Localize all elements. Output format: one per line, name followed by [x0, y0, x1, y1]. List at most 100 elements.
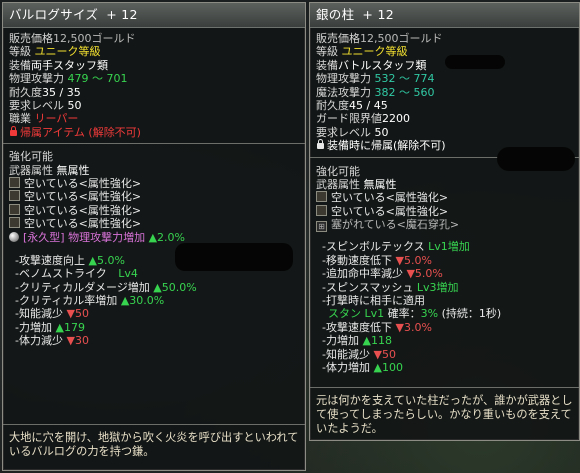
enhance-header: 強化可能 [9, 150, 53, 164]
req-level-label: 要求レベル [316, 125, 371, 139]
empty-slot-icon [9, 176, 20, 188]
flavor-divider [3, 424, 305, 425]
grade-label: 等級 [316, 45, 338, 59]
slot-label: 空いている<属性強化> [24, 203, 142, 217]
enhance-level: + 12 [106, 7, 138, 23]
bonus-label: -攻撃速度低下 [322, 320, 392, 334]
empty-slot-icon [9, 203, 20, 215]
grade-value: ユニーク等級 [341, 45, 408, 59]
flavor-divider [310, 387, 579, 388]
bonus-value: Lv4 [118, 267, 138, 281]
bonus-row: -スピンボルテックス Lv1増加 [322, 240, 573, 253]
bonus-label: -打撃時に相手に適用 [322, 294, 425, 308]
bonus-value: ▼50 [373, 347, 396, 361]
bonus-row: -スピンスマッシュ Lv3増加 [322, 281, 573, 294]
slot-label: 空いている<属性強化> [24, 217, 142, 231]
bonus-value: ▼3.0% [395, 320, 432, 334]
sealed-slot-icon: ⊞ [316, 221, 327, 233]
bonus-label: -知能減少 [15, 307, 63, 321]
durability-value: 45 / 45 [349, 98, 388, 112]
enhance-level: + 12 [362, 7, 394, 23]
req-level-value: 50 [67, 98, 82, 112]
mag-atk-label: 魔法攻撃力 [316, 85, 371, 99]
redaction-mark [175, 243, 293, 271]
price-label: 販売価格 [9, 32, 53, 45]
stun-rate-label: 確率： [387, 307, 421, 321]
lock-icon [317, 139, 324, 150]
weapon-attr-label: 武器属性 [9, 163, 53, 177]
bonus-row: -知能減少 ▼50 [15, 307, 299, 320]
item-tooltip-silver-pillar: 銀の柱 + 12 販売価格12,500ゴールド 等級 ユニーク等級 装備バトルス… [309, 2, 580, 441]
slot-label: 空いている<属性強化> [331, 191, 449, 205]
empty-slot-icon [316, 204, 327, 216]
bonus-row: -体力減少 ▼30 [15, 334, 299, 347]
item-name: バルログサイズ [9, 7, 99, 23]
weapon-attr-value: 無属性 [56, 163, 90, 177]
equip-value: 両手スタッフ類 [31, 58, 108, 72]
req-level-label: 要求レベル [9, 98, 64, 112]
phys-atk-value: 479 ～ 701 [67, 72, 128, 86]
bonus-label: -クリティカルダメージ増加 [15, 280, 150, 294]
durability-label: 耐久度 [316, 98, 349, 112]
mag-atk-value: 382 ～ 560 [374, 85, 435, 99]
durability-label: 耐久度 [9, 85, 42, 99]
redaction-mark [445, 55, 505, 69]
enhance-section: 強化可能 武器属性 無属性 空いている<属性強化> 空いている<属性強化> ⊞ 塞… [310, 158, 579, 379]
bonus-label: -知能減少 [322, 347, 370, 361]
bonus-value: ▲50.0% [153, 280, 197, 294]
bonus-row: -体力増加 ▲100 [322, 361, 573, 374]
stun-name: スタン [328, 307, 361, 321]
price-label: 販売価格 [316, 32, 360, 45]
item-base-stats: 販売価格12,500ゴールド 等級 ユニーク等級 装備両手スタッフ類 物理攻撃力… [3, 28, 305, 145]
bonus-value: ▲5.0% [88, 253, 125, 267]
perm-gem-value: ▲2.0% [148, 231, 185, 245]
empty-slot-icon [316, 191, 327, 203]
item-name: 銀の柱 [316, 7, 355, 23]
bonus-row: -打撃時に相手に適用 [322, 294, 573, 307]
bonus-value: Lv1増加 [428, 240, 470, 254]
bonus-label: -移動速度低下 [322, 253, 392, 267]
flavor-text: 元は何かを支えていた柱だったが、誰かが武器として使ってしまったらしい。かなり重い… [316, 394, 573, 435]
slot-label: 空いている<属性強化> [24, 190, 142, 204]
empty-slot-icon [9, 217, 20, 229]
bonus-value: ▲30.0% [120, 294, 165, 308]
bonus-label: -体力減少 [15, 334, 63, 348]
stun-rate-value: 3% [420, 307, 439, 321]
bonus-row: -攻撃速度低下 ▼3.0% [322, 321, 573, 334]
phys-atk-value: 532 ～ 774 [374, 72, 435, 86]
bonus-row: -クリティカル率増加 ▲30.0% [15, 294, 299, 307]
bonus-label: -追加命中率減少 [322, 267, 403, 281]
bonus-label: -クリティカル率増加 [15, 294, 118, 308]
bonus-label: -力増加 [15, 320, 52, 334]
bonus-label: -攻撃速度向上 [15, 253, 85, 267]
stun-level: Lv1 [364, 307, 385, 321]
bonus-value: ▲118 [362, 334, 392, 348]
phys-atk-label: 物理攻撃力 [9, 72, 64, 86]
bonus-value: ▲100 [373, 360, 403, 374]
bonus-value: ▲179 [55, 320, 85, 334]
guard-label: ガード限界値 [316, 112, 382, 126]
tooltip-title-bar: バルログサイズ + 12 [3, 3, 305, 28]
bonus-row: -移動速度低下 ▼5.0% [322, 254, 573, 267]
bonus-value: ▼5.0% [395, 253, 432, 267]
bonus-label: -体力増加 [322, 360, 370, 374]
bonus-row: -追加命中率減少 ▼5.0% [322, 267, 573, 280]
equip-value: バトルスタッフ類 [338, 58, 427, 72]
bind-status: 装備時に帰属(解除不可) [327, 139, 446, 153]
job-value: リーパー [34, 112, 79, 126]
bonus-label: -スピンスマッシュ [322, 280, 414, 294]
flavor-text: 大地に穴を開け、地獄から吹く火炎を呼び出すといわれているバルログの力を持つ鎌。 [9, 431, 299, 458]
perm-gem-label: [永久型] [23, 231, 65, 245]
equip-label: 装備 [316, 58, 338, 72]
weapon-attr-value: 無属性 [363, 177, 397, 191]
bonus-label: -力増加 [322, 334, 359, 348]
bonus-row: -力増加 ▲118 [322, 334, 573, 347]
bonus-value: Lv3増加 [416, 280, 459, 294]
weapon-attr-label: 武器属性 [316, 177, 360, 191]
perm-gem-effect: 物理攻撃力増加 [68, 231, 146, 245]
slot-label: 空いている<属性強化> [331, 204, 449, 218]
req-level-value: 50 [374, 125, 389, 139]
grade-value: ユニーク等級 [34, 45, 101, 59]
gem-icon [9, 232, 19, 243]
item-base-stats: 販売価格12,500ゴールド 等級 ユニーク等級 装備バトルスタッフ類 物理攻撃… [310, 28, 579, 158]
